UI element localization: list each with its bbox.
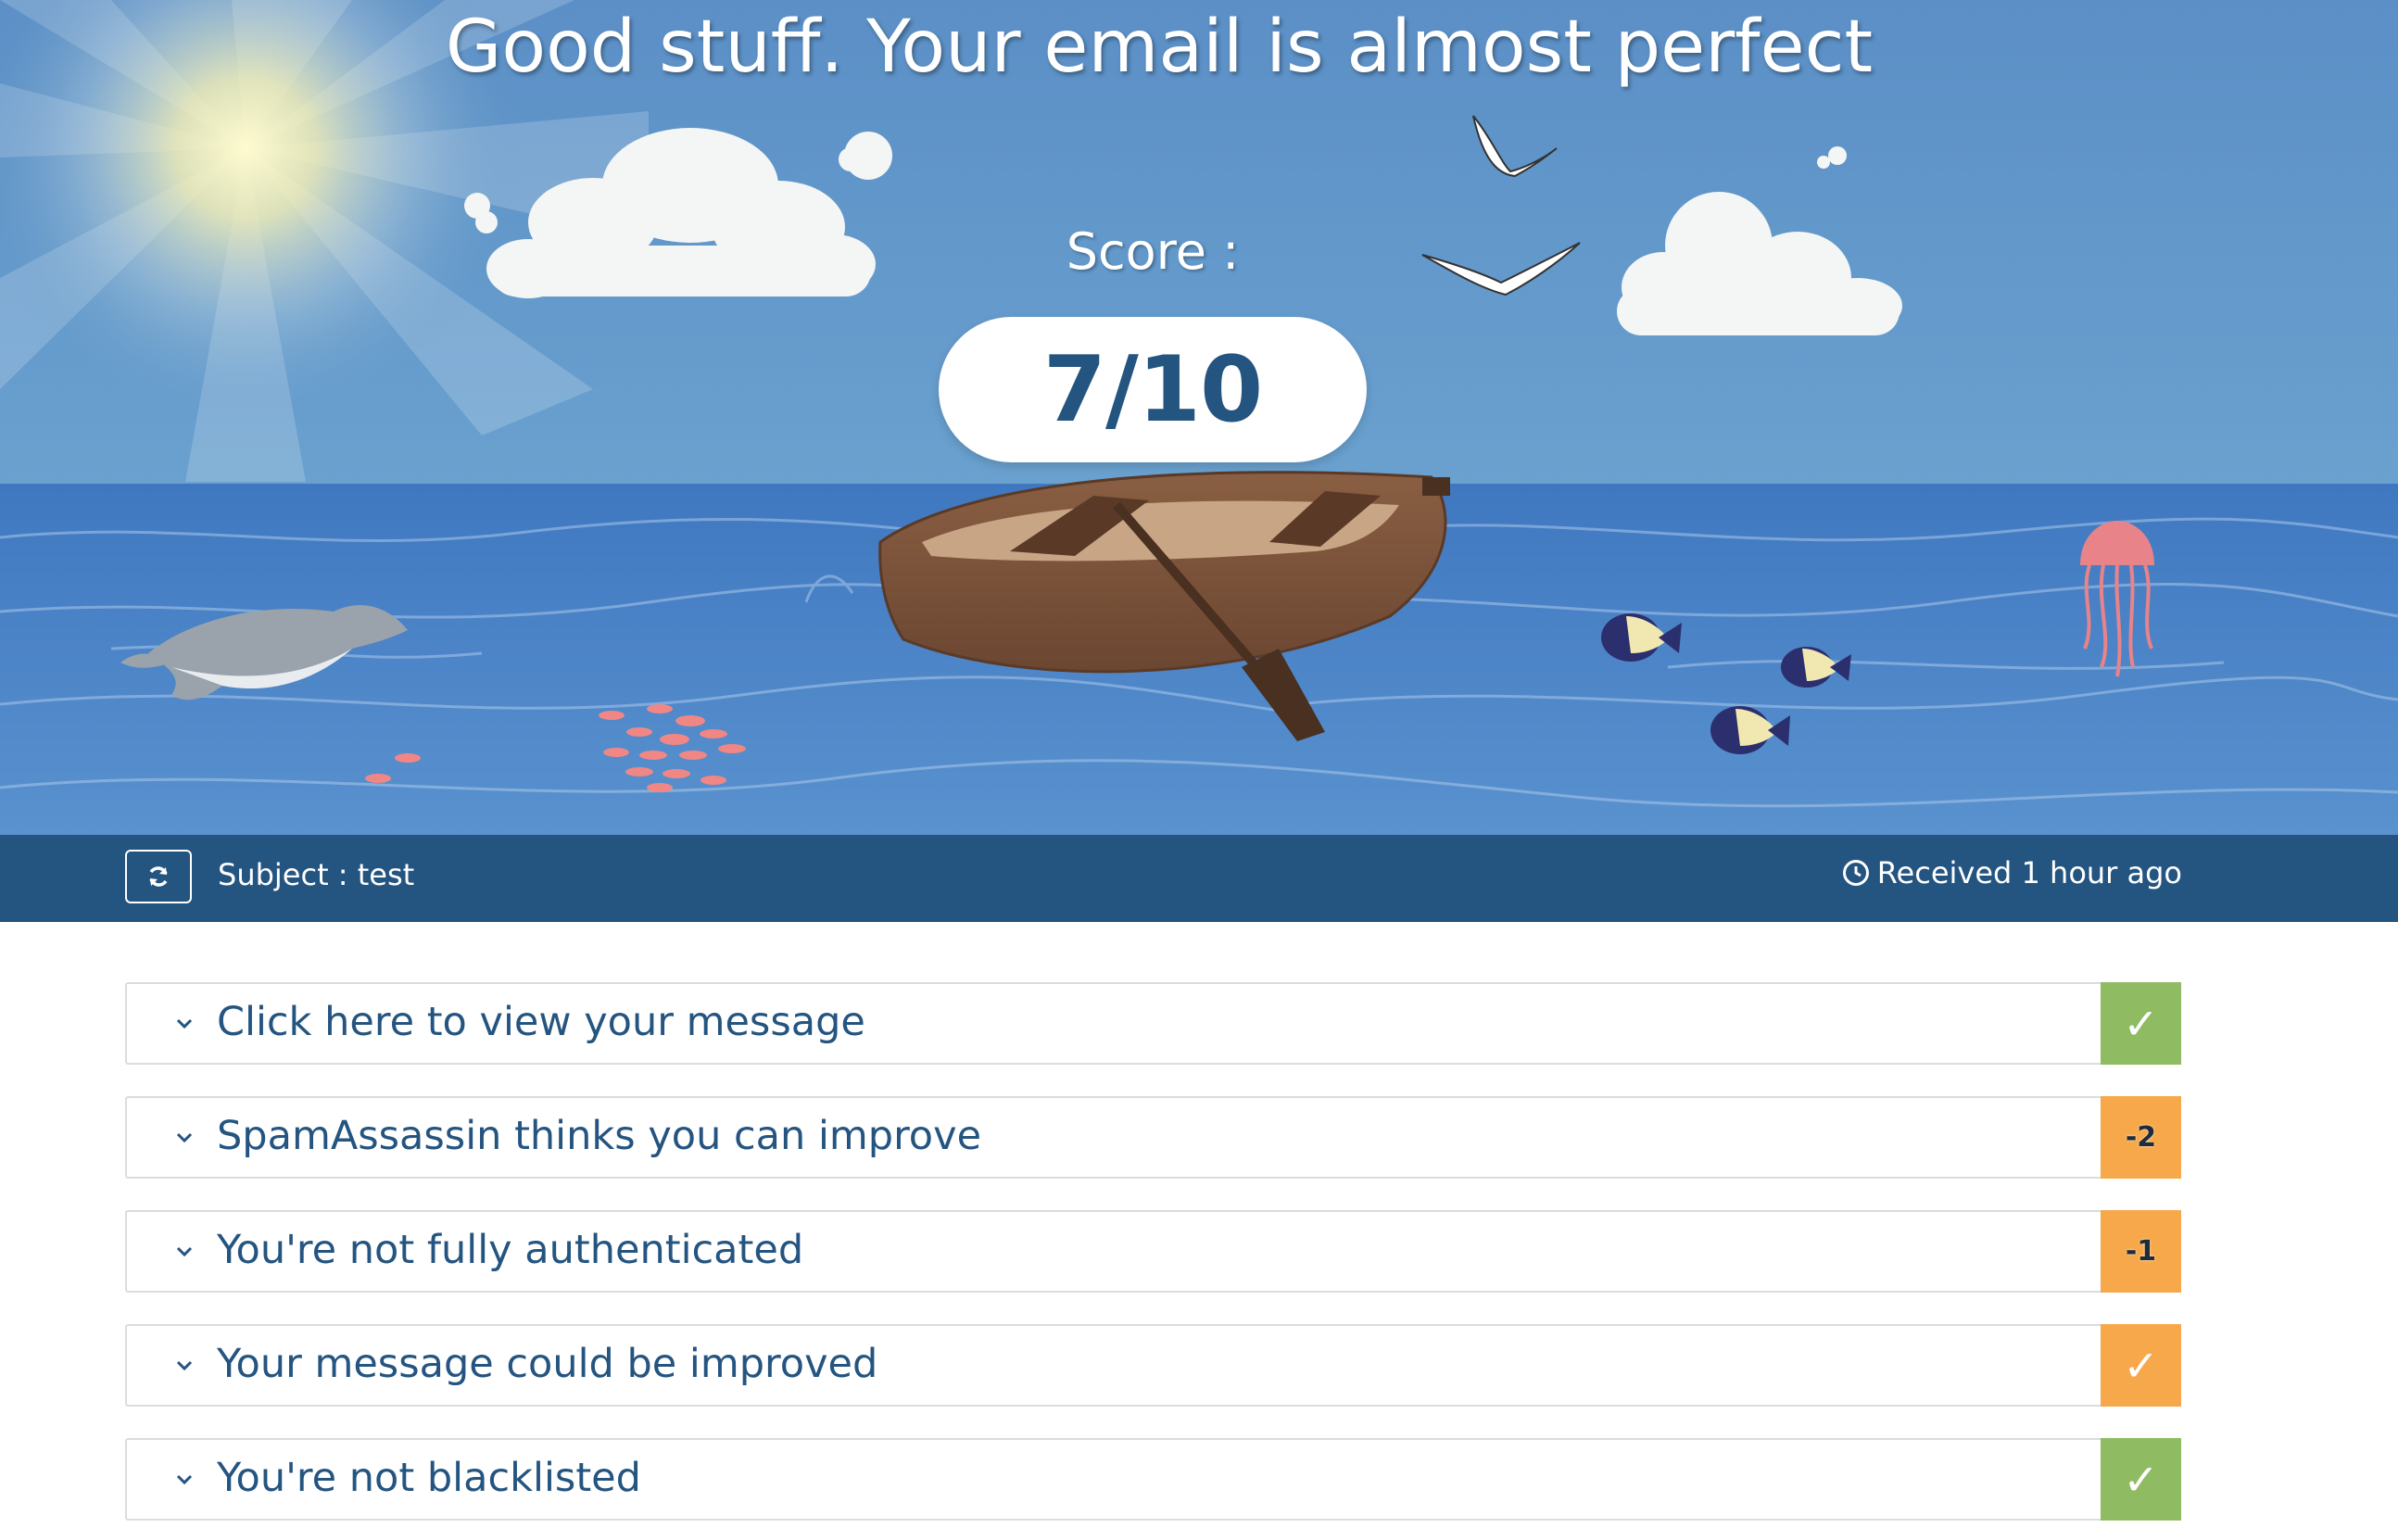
chevron-down-icon [176, 1246, 193, 1257]
status-badge: ✓ [2101, 1324, 2181, 1407]
check-spamassassin[interactable]: SpamAssassin thinks you can improve -2 [125, 1096, 2181, 1179]
check-message-improvement[interactable]: Your message could be improved ✓ [125, 1324, 2181, 1407]
status-badge: ✓ [2101, 982, 2181, 1065]
chevron-down-icon [176, 1360, 193, 1371]
checkmark-icon: ✓ [2123, 1340, 2159, 1391]
result-headline: Good stuff. Your email is almost perfect [445, 6, 1874, 89]
score-label: Score : [1066, 222, 1240, 281]
page: Good stuff. Your email is almost perfect… [0, 0, 2398, 1540]
check-label: SpamAssassin thinks you can improve [217, 1113, 982, 1159]
received-text: Received 1 hour ago [1876, 855, 2182, 890]
checks-list: Click here to view your message ✓ SpamAs… [125, 982, 2181, 1540]
info-bar: Subject : test Received 1 hour ago [0, 835, 2398, 922]
refresh-button[interactable] [125, 850, 192, 903]
status-badge: -2 [2101, 1096, 2181, 1179]
checkmark-icon: ✓ [2123, 1454, 2159, 1505]
hero-banner: Good stuff. Your email is almost perfect… [0, 0, 2398, 835]
check-view-message[interactable]: Click here to view your message ✓ [125, 982, 2181, 1065]
check-authentication[interactable]: You're not fully authenticated -1 [125, 1210, 2181, 1293]
chevron-down-icon [176, 1132, 193, 1143]
refresh-icon [149, 866, 168, 887]
check-blacklist[interactable]: You're not blacklisted ✓ [125, 1438, 2181, 1521]
chevron-down-icon [176, 1474, 193, 1485]
score-value: 7/10 [1042, 336, 1263, 443]
score-penalty: -2 [2125, 1121, 2157, 1154]
score-penalty: -1 [2125, 1235, 2157, 1268]
check-label: Click here to view your message [217, 999, 865, 1045]
received-time: Received 1 hour ago [1842, 855, 2182, 890]
score-badge: 7/10 [939, 317, 1367, 462]
chevron-down-icon [176, 1018, 193, 1029]
status-badge: ✓ [2101, 1438, 2181, 1521]
checkmark-icon: ✓ [2123, 998, 2159, 1049]
email-subject: Subject : test [218, 857, 415, 892]
check-label: You're not fully authenticated [217, 1227, 804, 1273]
clock-icon [1842, 860, 1869, 886]
status-badge: -1 [2101, 1210, 2181, 1293]
check-label: You're not blacklisted [217, 1455, 641, 1501]
check-label: Your message could be improved [217, 1341, 878, 1387]
